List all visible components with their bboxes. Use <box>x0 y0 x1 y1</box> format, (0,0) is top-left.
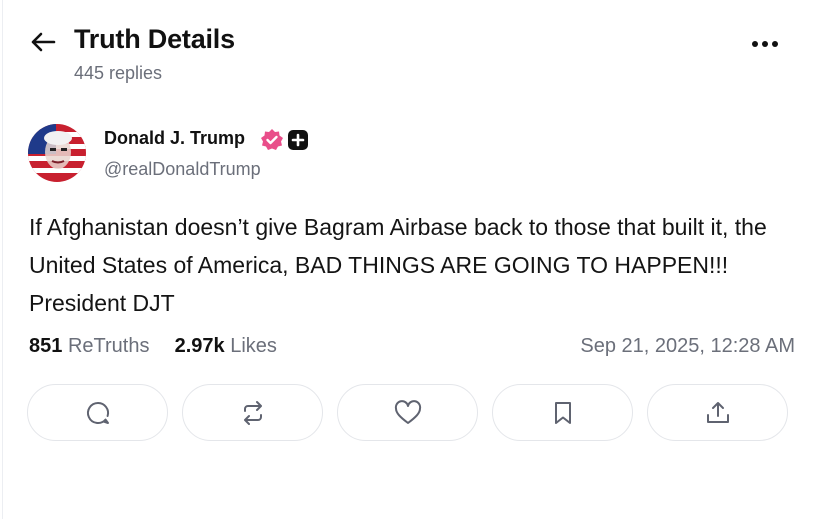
action-bar <box>27 384 788 441</box>
back-button[interactable] <box>27 26 59 58</box>
reply-button[interactable] <box>27 384 168 441</box>
bookmark-button[interactable] <box>492 384 633 441</box>
likes-count[interactable]: 2.97k <box>175 335 225 357</box>
retruth-button[interactable] <box>182 384 323 441</box>
arrow-left-icon <box>31 32 56 52</box>
page-title: Truth Details <box>74 24 235 54</box>
avatar[interactable] <box>28 124 86 182</box>
heart-icon <box>394 399 421 424</box>
repost-icon <box>243 400 262 425</box>
more-horizontal-icon <box>752 41 778 47</box>
share-icon <box>706 401 729 423</box>
plus-badge-icon <box>288 130 308 155</box>
likes-label[interactable]: Likes <box>230 335 277 357</box>
author-handle[interactable]: @realDonaldTrump <box>104 159 261 180</box>
post-timestamp: Sep 21, 2025, 12:28 AM <box>580 335 795 357</box>
author-name[interactable]: Donald J. Trump <box>104 128 245 149</box>
truth-details-page: Truth Details 445 replies Donald J. Trum… <box>2 0 814 519</box>
retruths-label[interactable]: ReTruths <box>68 335 150 357</box>
like-button[interactable] <box>337 384 478 441</box>
comment-icon <box>86 401 109 424</box>
replies-count: 445 replies <box>74 63 163 83</box>
retruths-count[interactable]: 851 <box>29 335 62 357</box>
more-options-button[interactable] <box>747 30 783 58</box>
post-stats: 851 ReTruths 2.97k Likes <box>29 335 277 358</box>
post-text: If Afghanistan doesn’t give Bagram Airba… <box>29 214 767 316</box>
share-button[interactable] <box>647 384 788 441</box>
bookmark-icon <box>554 401 571 424</box>
verified-badge-icon <box>260 128 284 157</box>
